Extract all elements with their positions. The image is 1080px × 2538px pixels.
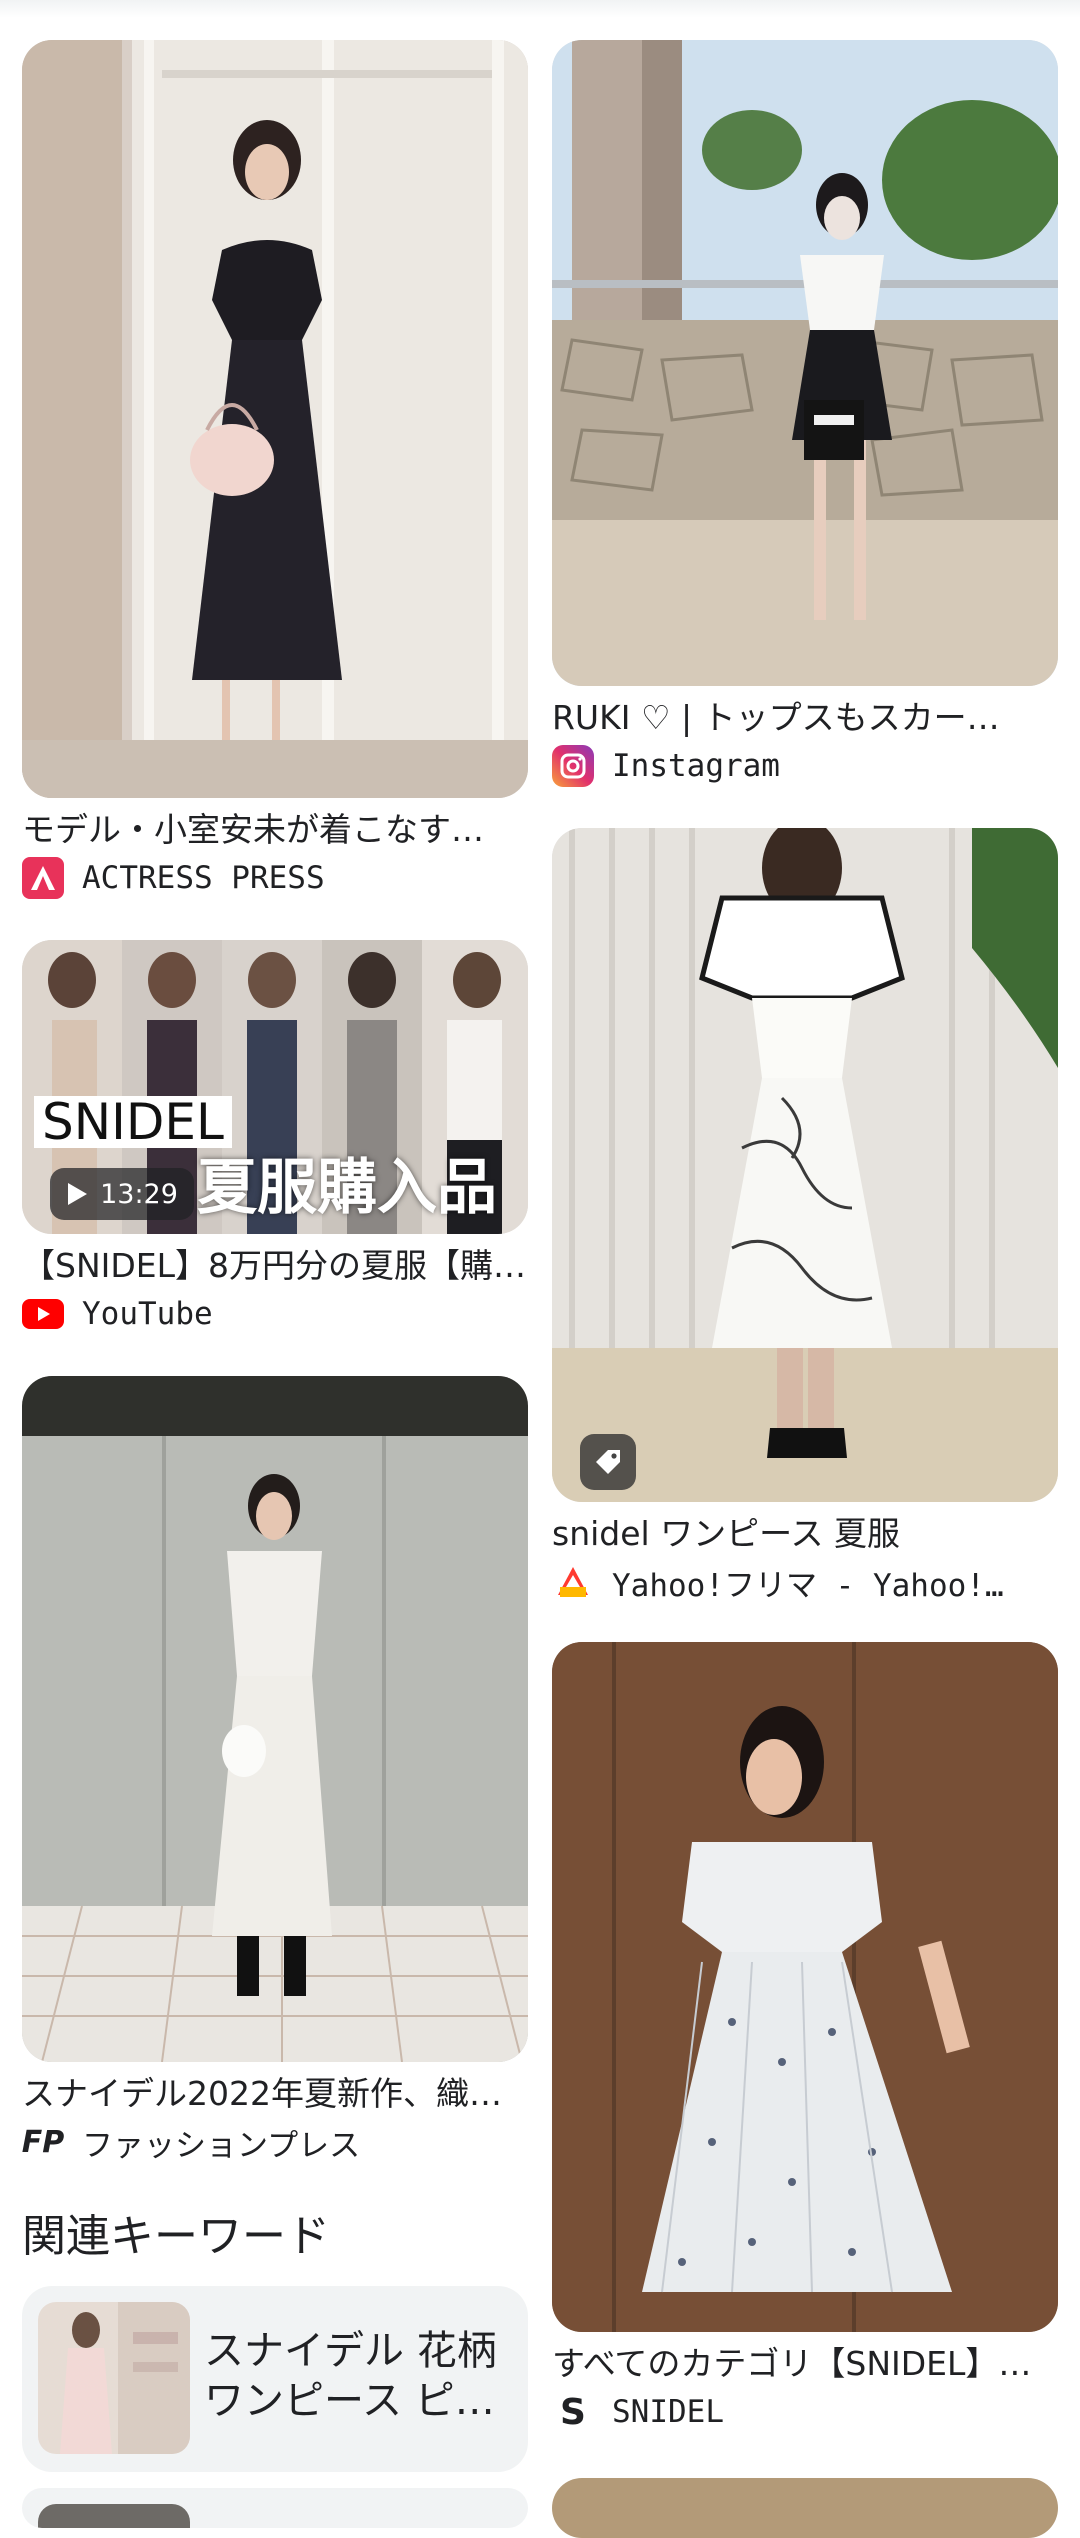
youtube-logo-icon — [22, 1293, 64, 1335]
source-name: Yahoo!フリマ - Yahoo!… — [612, 1567, 1004, 1604]
related-keyword-text: スナイデル 花柄 ワンピース ピ… — [204, 2326, 514, 2426]
price-tag-icon — [596, 1450, 620, 1474]
related-keywords-heading: 関連キーワード — [22, 2211, 330, 2262]
result-source[interactable]: FP ファッションプレス — [22, 2116, 528, 2168]
result-title[interactable]: スナイデル2022年夏新作、織… — [22, 2072, 528, 2116]
video-result-card[interactable]: SNIDEL 夏服購入品 13:29 【SNIDEL】8万円分の夏服【購… Yo… — [22, 940, 528, 1340]
image-result-card[interactable]: RUKI ♡ | トップスもスカー… Instagram — [552, 40, 1058, 792]
related-keyword-line-2: ワンピース ピ… — [204, 2378, 495, 2424]
result-title[interactable]: モデル・小室安未が着こなす… — [22, 808, 528, 852]
source-name: ACTRESS PRESS — [82, 860, 325, 896]
image-result-card[interactable] — [552, 2478, 1058, 2538]
source-name: Instagram — [612, 748, 780, 784]
source-name: SNIDEL — [612, 2394, 724, 2430]
video-overlay-caption: 夏服購入品 — [197, 1153, 497, 1223]
snidel-logo-icon: S — [560, 2391, 586, 2433]
related-keyword-thumbnail — [38, 2504, 190, 2528]
related-keyword-line-1: スナイデル 花柄 — [204, 2328, 497, 2374]
source-name: ファッションプレス — [82, 2127, 361, 2164]
result-source[interactable]: ACTRESS PRESS — [22, 852, 528, 904]
shopping-tag-badge — [580, 1434, 636, 1490]
video-duration-badge: 13:29 — [50, 1168, 194, 1220]
result-image[interactable] — [552, 2478, 1058, 2538]
result-source[interactable]: Instagram — [552, 740, 1058, 792]
result-source[interactable]: YouTube — [22, 1288, 528, 1340]
video-thumbnail[interactable]: SNIDEL 夏服購入品 13:29 — [22, 940, 528, 1234]
result-image[interactable] — [552, 40, 1058, 686]
result-image[interactable] — [22, 40, 528, 798]
result-title[interactable]: snidel ワンピース 夏服 — [552, 1512, 1058, 1556]
result-image[interactable] — [22, 1376, 528, 2062]
play-icon — [68, 1183, 88, 1205]
image-result-card[interactable]: スナイデル2022年夏新作、織… FP ファッションプレス — [22, 1376, 528, 2168]
result-source[interactable]: Yahoo!フリマ - Yahoo!… — [552, 1556, 1058, 1608]
yahoo-flea-market-logo-icon — [552, 1561, 594, 1603]
result-source[interactable]: S SNIDEL — [552, 2386, 1058, 2438]
top-shadow-bar — [0, 0, 1080, 18]
instagram-logo-icon — [552, 745, 594, 787]
result-title[interactable]: RUKI ♡ | トップスもスカー… — [552, 696, 1058, 740]
result-title[interactable]: 【SNIDEL】8万円分の夏服【購… — [22, 1244, 528, 1288]
result-image[interactable] — [552, 1642, 1058, 2332]
source-name: YouTube — [82, 1296, 213, 1332]
image-result-card[interactable]: すべてのカテゴリ【SNIDEL】… S SNIDEL — [552, 1642, 1058, 2438]
related-keyword-chip[interactable]: スナイデル 花柄 ワンピース ピ… — [22, 2286, 528, 2472]
result-image[interactable] — [552, 828, 1058, 1502]
actress-press-logo-icon — [22, 857, 64, 899]
video-overlay-brand: SNIDEL — [34, 1096, 232, 1148]
fashion-press-logo-icon: FP — [21, 2124, 65, 2160]
shopping-result-card[interactable]: snidel ワンピース 夏服 Yahoo!フリマ - Yahoo!… — [552, 828, 1058, 1608]
related-keyword-chip-next[interactable] — [22, 2488, 528, 2528]
image-result-card[interactable]: モデル・小室安未が着こなす… ACTRESS PRESS — [22, 40, 528, 904]
video-duration: 13:29 — [100, 1178, 178, 1210]
related-keyword-thumbnail — [38, 2302, 190, 2454]
result-title[interactable]: すべてのカテゴリ【SNIDEL】… — [552, 2342, 1058, 2386]
